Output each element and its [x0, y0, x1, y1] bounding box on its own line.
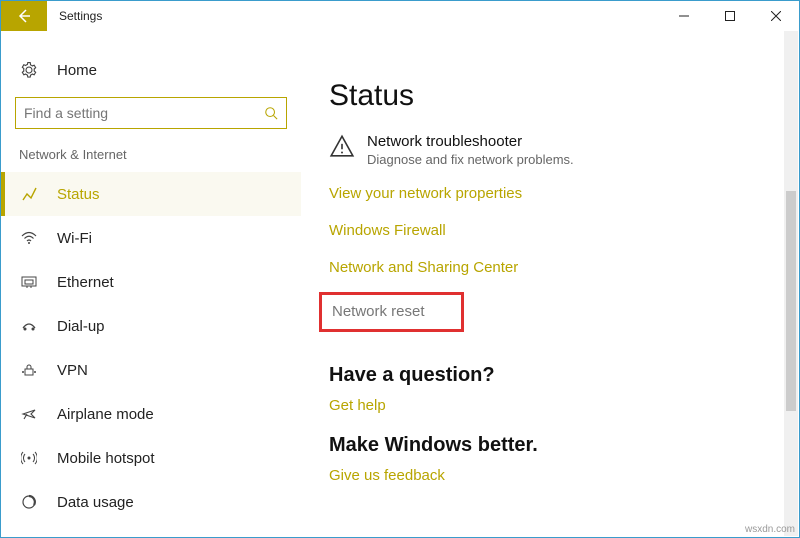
maximize-icon — [725, 11, 735, 21]
scrollbar-track[interactable] — [784, 31, 798, 536]
body: Home Network & Internet Status Wi-Fi — [1, 31, 799, 537]
ethernet-icon — [19, 274, 39, 290]
maximize-button[interactable] — [707, 1, 753, 31]
minimize-button[interactable] — [661, 1, 707, 31]
home-label: Home — [57, 62, 97, 79]
nav-item-vpn[interactable]: VPN — [1, 348, 301, 392]
nav-label: Mobile hotspot — [57, 450, 155, 467]
dialup-icon — [19, 318, 39, 334]
nav-label: VPN — [57, 362, 88, 379]
back-arrow-icon — [16, 8, 32, 24]
airplane-icon — [19, 406, 39, 422]
nav-label: Ethernet — [57, 274, 114, 291]
content: Status Network troubleshooter Diagnose a… — [301, 31, 799, 537]
warning-icon — [329, 133, 357, 159]
search-icon — [264, 106, 278, 120]
home-button[interactable]: Home — [1, 55, 301, 85]
troubleshooter-title: Network troubleshooter — [367, 133, 574, 150]
search-box[interactable] — [15, 97, 287, 129]
nav-item-dialup[interactable]: Dial-up — [1, 304, 301, 348]
close-icon — [771, 11, 781, 21]
page-title: Status — [329, 79, 771, 113]
troubleshooter-row[interactable]: Network troubleshooter Diagnose and fix … — [329, 133, 771, 167]
troubleshooter-text: Network troubleshooter Diagnose and fix … — [367, 133, 574, 167]
back-button[interactable] — [1, 1, 47, 31]
link-feedback[interactable]: Give us feedback — [329, 467, 771, 484]
section-header: Network & Internet — [1, 147, 301, 172]
nav-item-ethernet[interactable]: Ethernet — [1, 260, 301, 304]
nav-item-hotspot[interactable]: Mobile hotspot — [1, 436, 301, 480]
link-sharing-center[interactable]: Network and Sharing Center — [329, 259, 771, 276]
gear-icon — [19, 61, 39, 79]
nav-label: Status — [57, 186, 100, 203]
link-network-reset[interactable]: Network reset — [332, 303, 425, 320]
nav-item-status[interactable]: Status — [1, 172, 301, 216]
hotspot-icon — [19, 450, 39, 466]
question-heading: Have a question? — [329, 364, 771, 387]
window-controls — [661, 1, 799, 31]
nav-label: Dial-up — [57, 318, 105, 335]
nav-label: Airplane mode — [57, 406, 154, 423]
close-button[interactable] — [753, 1, 799, 31]
troubleshooter-subtitle: Diagnose and fix network problems. — [367, 152, 574, 167]
better-heading: Make Windows better. — [329, 434, 771, 457]
watermark: wsxdn.com — [745, 524, 795, 535]
vpn-icon — [19, 362, 39, 378]
nav-item-airplane[interactable]: Airplane mode — [1, 392, 301, 436]
sidebar: Home Network & Internet Status Wi-Fi — [1, 31, 301, 537]
nav-item-wifi[interactable]: Wi-Fi — [1, 216, 301, 260]
highlight-box: Network reset — [319, 292, 464, 332]
scrollbar-thumb[interactable] — [786, 191, 796, 411]
window-title: Settings — [59, 9, 102, 23]
nav-item-datausage[interactable]: Data usage — [1, 480, 301, 524]
status-icon — [19, 186, 39, 202]
minimize-icon — [679, 11, 689, 21]
data-usage-icon — [19, 494, 39, 510]
link-get-help[interactable]: Get help — [329, 397, 771, 414]
wifi-icon — [19, 230, 39, 246]
titlebar: Settings — [1, 1, 799, 31]
nav-label: Data usage — [57, 494, 134, 511]
link-firewall[interactable]: Windows Firewall — [329, 222, 771, 239]
link-view-properties[interactable]: View your network properties — [329, 185, 771, 202]
settings-window: Settings Home — [0, 0, 800, 538]
search-input[interactable] — [24, 105, 264, 121]
nav-label: Wi-Fi — [57, 230, 92, 247]
